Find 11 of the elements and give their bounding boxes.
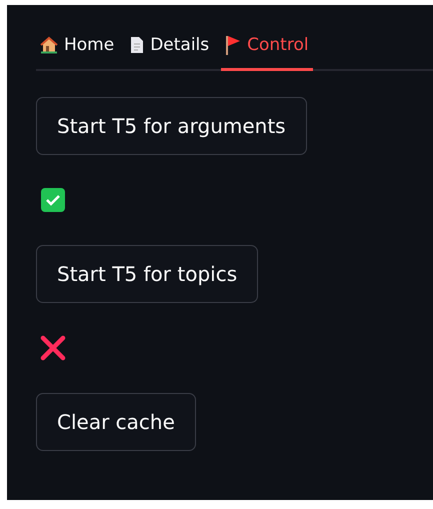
action-button[interactable]: Start T5 for topics (36, 245, 258, 303)
house-icon (40, 36, 58, 54)
document-icon (130, 36, 144, 54)
action-button[interactable]: Start T5 for arguments (36, 97, 307, 155)
cross-icon (40, 335, 66, 361)
tab[interactable]: Details (126, 31, 214, 71)
tab[interactable]: Home (36, 31, 118, 71)
tab[interactable]: Control (221, 31, 313, 71)
flag-icon (225, 35, 242, 55)
check-icon (40, 187, 66, 213)
action-button[interactable]: Clear cache (36, 393, 196, 451)
